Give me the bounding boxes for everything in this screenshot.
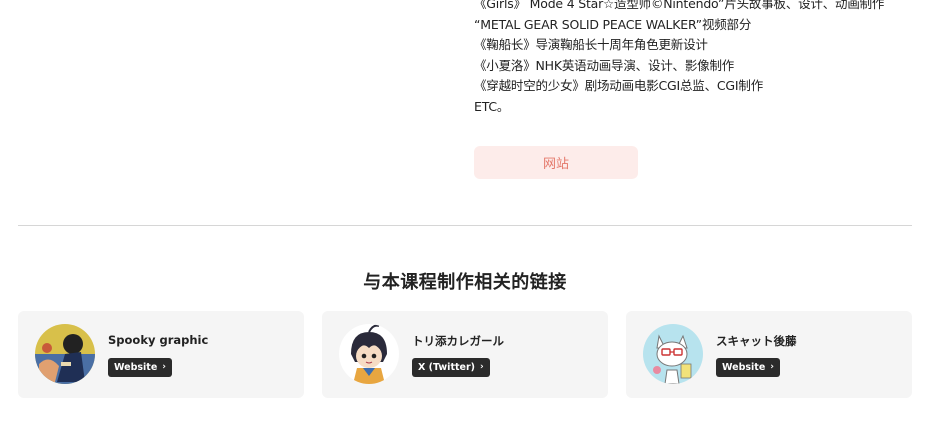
cat-character-avatar bbox=[643, 324, 703, 384]
related-link-card: スキャット後藤 Website › bbox=[626, 311, 912, 398]
bio-line: 《鞠船长》导演鞠船长十周年角色更新设计 bbox=[474, 37, 708, 52]
bio-line: 《Girls》 Mode 4 Star☆造型师©Nintendo”片头故事板、设… bbox=[474, 0, 885, 11]
anime-girl-avatar bbox=[339, 324, 399, 384]
related-links-title: 与本课程制作相关的链接 bbox=[363, 272, 567, 293]
related-link-card: トリ添カレガール X (Twitter) › bbox=[322, 311, 608, 398]
chevron-right-icon: › bbox=[770, 362, 774, 372]
link-label: Website bbox=[722, 362, 766, 373]
link-label: X (Twitter) bbox=[418, 362, 475, 373]
section-divider bbox=[18, 225, 912, 226]
bio-line: “METAL GEAR SOLID PEACE WALKER”视频部分 bbox=[474, 16, 752, 32]
x-twitter-link-button[interactable]: X (Twitter) › bbox=[412, 358, 490, 377]
chevron-right-icon: › bbox=[480, 362, 484, 372]
website-button[interactable]: 网站 bbox=[474, 146, 638, 179]
spooky-graphic-avatar bbox=[35, 324, 95, 384]
creator-name: Spooky graphic bbox=[108, 333, 209, 347]
chevron-right-icon: › bbox=[162, 362, 166, 372]
website-link-button[interactable]: Website › bbox=[716, 358, 780, 377]
link-label: Website bbox=[114, 362, 158, 373]
creator-bio: 《Girls》 Mode 4 Star☆造型师©Nintendo”片头故事板、设… bbox=[474, 0, 914, 117]
bio-line: 《小夏洛》NHK英语动画导演、设计、影像制作 bbox=[474, 57, 735, 73]
related-links-list: Spooky graphic Website › トリ添カレガール X (Twi… bbox=[18, 311, 912, 398]
bio-line: 《穿越时空的少女》剧场动画电影CGI总监、CGI制作 bbox=[474, 78, 764, 93]
website-link-button[interactable]: Website › bbox=[108, 358, 172, 377]
related-link-card: Spooky graphic Website › bbox=[18, 311, 304, 398]
creator-name: スキャット後藤 bbox=[716, 334, 797, 348]
creator-name: トリ添カレガール bbox=[412, 334, 504, 348]
bio-line: ETC。 bbox=[474, 98, 510, 114]
